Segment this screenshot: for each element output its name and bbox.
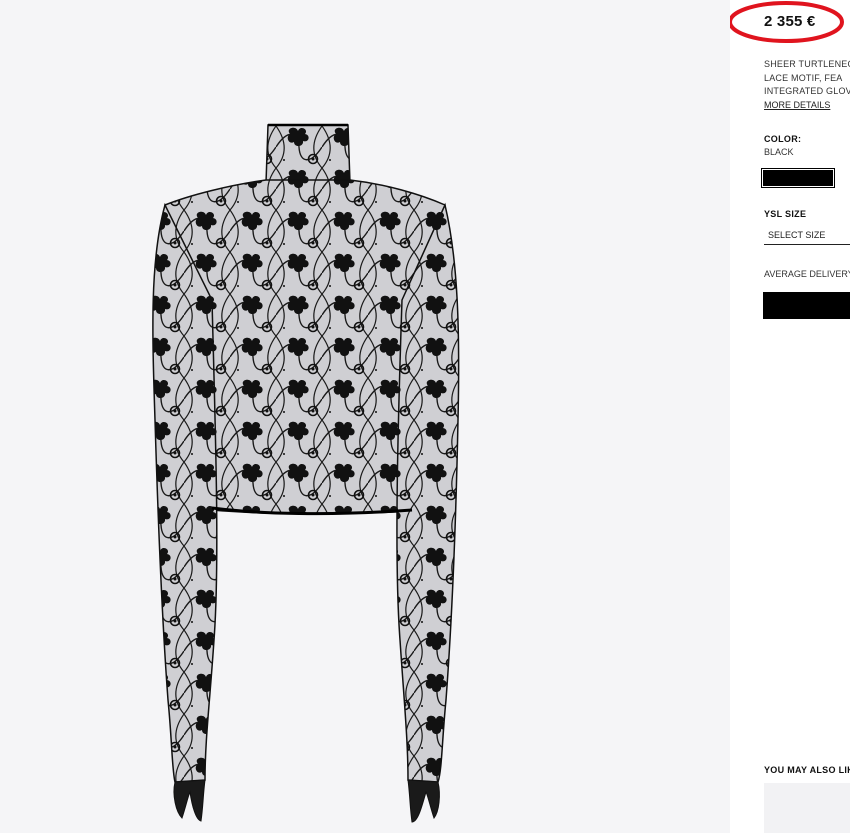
product-price: 2 355 € [764, 13, 816, 30]
product-info-panel: 2 355 € SHEER TURTLENECK LACE MOTIF, FEA… [730, 0, 850, 833]
color-swatch-black[interactable] [761, 168, 835, 188]
color-value: BLACK [764, 147, 794, 157]
size-select-placeholder: SELECT SIZE [768, 230, 826, 240]
you-may-also-like-heading: YOU MAY ALSO LIKE [764, 765, 850, 775]
color-label: COLOR: [764, 134, 802, 144]
description-line-3: INTEGRATED GLOVES [764, 86, 850, 96]
description-line-2: LACE MOTIF, FEA [764, 73, 843, 83]
add-to-cart-button[interactable] [763, 292, 850, 319]
product-image[interactable] [0, 0, 730, 833]
delivery-info: AVERAGE DELIVERY [764, 269, 850, 279]
recommendation-card[interactable] [764, 783, 850, 833]
description-line-1: SHEER TURTLENECK [764, 59, 850, 69]
lace-top-illustration [152, 123, 460, 823]
size-label: YSL SIZE [764, 209, 807, 219]
more-details-link[interactable]: MORE DETAILS [764, 100, 830, 110]
turtleneck-top [152, 123, 460, 823]
size-select[interactable]: SELECT SIZE [764, 227, 850, 245]
